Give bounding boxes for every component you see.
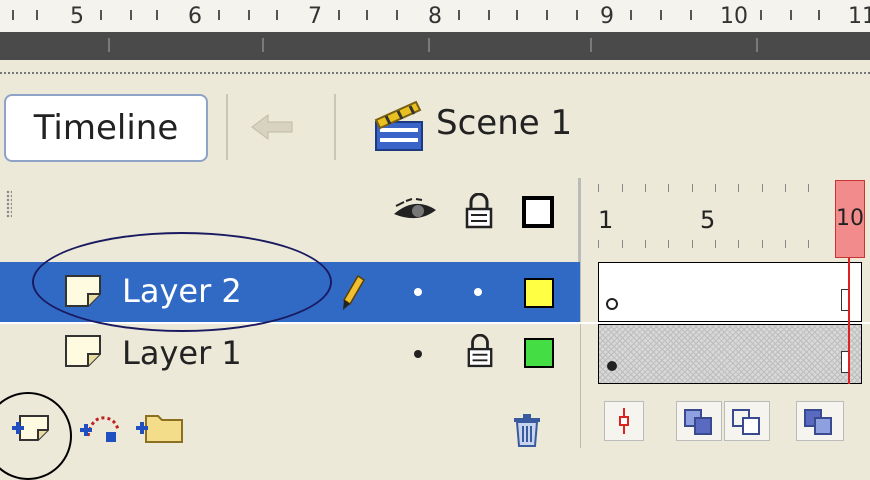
layer-outline-color[interactable] <box>524 278 554 308</box>
lock-dot[interactable] <box>474 288 482 296</box>
keyframe-icon <box>607 361 617 371</box>
back-arrow-icon[interactable] <box>250 112 294 142</box>
trash-icon[interactable] <box>510 412 544 448</box>
pencil-icon <box>342 274 366 310</box>
ruler-number: 7 <box>308 4 322 29</box>
timeline-button[interactable]: Timeline <box>4 94 208 162</box>
layer-frames[interactable] <box>598 324 862 384</box>
eye-icon[interactable] <box>392 198 438 226</box>
panel-grip[interactable] <box>6 190 12 218</box>
layer-row[interactable]: Layer 1 <box>0 324 580 384</box>
empty-keyframe-icon <box>606 298 618 310</box>
onion-skin-outlines-icon <box>732 409 760 435</box>
visibility-dot[interactable] <box>414 350 422 358</box>
toolbar-separator <box>334 94 336 160</box>
edit-multiple-frames-button[interactable] <box>796 401 844 441</box>
edit-multiple-frames-icon <box>804 409 832 435</box>
onion-skin-icon <box>684 409 712 435</box>
frame-number: 1 <box>598 206 614 234</box>
ruler-number: 6 <box>188 4 202 29</box>
ruler-bar <box>0 32 870 60</box>
playhead-frame-number: 10 <box>836 206 864 231</box>
insert-folder-icon[interactable] <box>134 410 186 444</box>
clapperboard-icon <box>374 100 423 151</box>
onion-skin-outlines-button[interactable] <box>724 401 770 441</box>
layer-outline-color[interactable] <box>524 338 554 368</box>
visibility-dot[interactable] <box>414 288 422 296</box>
divider <box>0 72 870 74</box>
onion-skin-button[interactable] <box>676 401 722 441</box>
ruler-number: 11 <box>848 4 870 29</box>
add-motion-guide-icon[interactable] <box>78 410 122 446</box>
layer-icon <box>65 335 101 367</box>
frame-number: 5 <box>700 206 716 234</box>
layer-frames[interactable] <box>598 262 862 322</box>
center-frame-icon <box>619 408 629 434</box>
annotation-ellipse <box>32 232 332 332</box>
outline-icon[interactable] <box>522 196 554 228</box>
ruler-number: 10 <box>720 4 748 29</box>
layer-name[interactable]: Layer 1 <box>122 334 242 372</box>
ruler-number: 5 <box>70 4 84 29</box>
toolbar-separator <box>226 94 228 160</box>
lock-icon[interactable] <box>464 193 494 229</box>
ruler-number: 8 <box>428 4 442 29</box>
lock-icon[interactable] <box>466 334 494 368</box>
center-frame-button[interactable] <box>604 401 644 441</box>
stage-ruler: 5 6 7 8 9 10 11 <box>0 0 870 32</box>
ruler-number: 9 <box>600 4 614 29</box>
frames-ruler[interactable] <box>583 178 870 260</box>
scene-label[interactable]: Scene 1 <box>436 103 572 143</box>
